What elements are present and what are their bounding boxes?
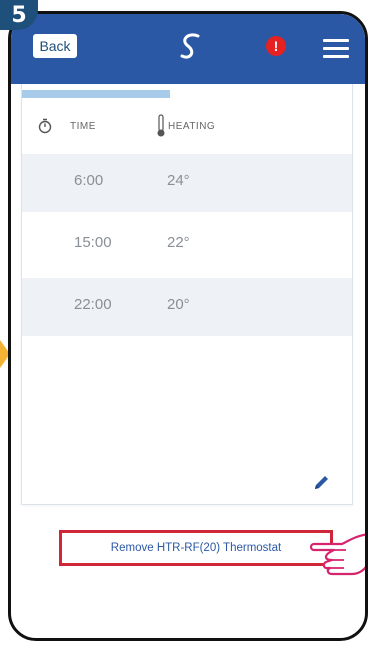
alert-icon[interactable]: ! <box>266 36 286 56</box>
schedule-time: 15:00 <box>74 234 112 251</box>
pointing-hand-icon <box>309 533 365 576</box>
heating-column-header: HEATING <box>168 121 216 132</box>
phone-frame: Back ! TIME HEATING 6:00 24° 15:00 22° 2… <box>8 11 368 641</box>
back-button[interactable]: Back <box>33 34 77 58</box>
hamburger-menu-icon[interactable] <box>323 39 349 58</box>
thermometer-icon <box>157 114 165 137</box>
schedule-temperature: 20° <box>167 296 190 313</box>
schedule-temperature: 22° <box>167 234 190 251</box>
schedule-row[interactable]: 6:00 24° <box>22 154 352 212</box>
schedule-time: 22:00 <box>74 296 112 313</box>
time-column-header: TIME <box>70 121 96 132</box>
schedule-card: TIME HEATING 6:00 24° 15:00 22° 22:00 20… <box>21 84 353 505</box>
remove-thermostat-button[interactable]: Remove HTR-RF(20) Thermostat <box>59 530 333 566</box>
stopwatch-icon <box>38 118 52 134</box>
schedule-temperature: 24° <box>167 172 190 189</box>
schedule-row[interactable]: 15:00 22° <box>22 216 352 274</box>
schedule-header: TIME HEATING <box>22 106 352 150</box>
schedule-row[interactable]: 22:00 20° <box>22 278 352 336</box>
progress-bar <box>22 90 170 98</box>
edit-pencil-icon[interactable] <box>312 474 330 492</box>
brand-logo-icon <box>180 33 200 59</box>
top-navigation-bar: Back ! <box>11 14 365 84</box>
schedule-time: 6:00 <box>74 172 104 189</box>
